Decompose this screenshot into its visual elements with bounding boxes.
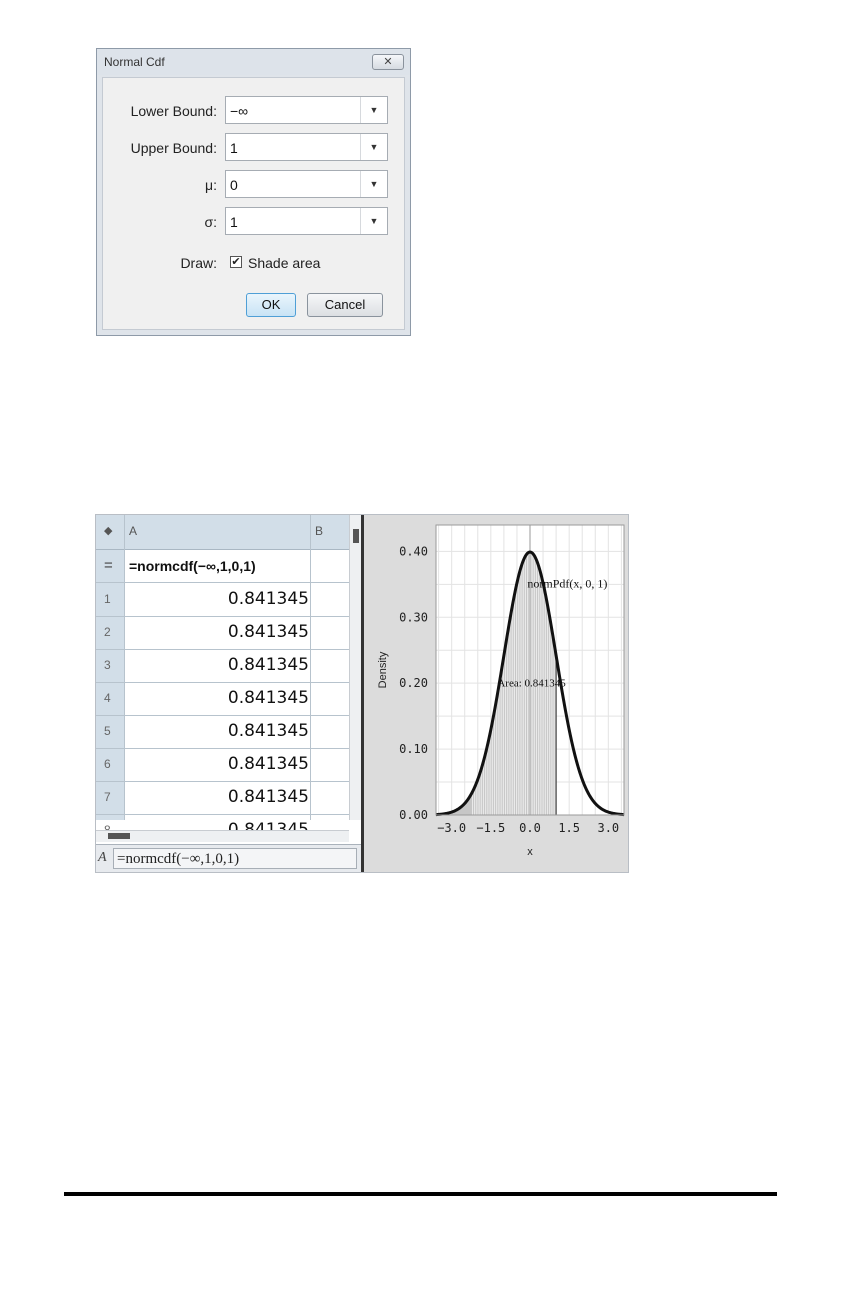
row-number: 7 [104, 790, 111, 804]
chevron-down-icon[interactable]: ▼ [360, 97, 387, 123]
upper-bound-combo[interactable]: 1 ▼ [225, 133, 388, 161]
sigma-combo[interactable]: 1 ▼ [225, 207, 388, 235]
cancel-button[interactable]: Cancel [307, 293, 383, 317]
x-tick-label: 0.0 [519, 821, 541, 835]
lower-bound-row: Lower Bound: −∞ ▼ [103, 96, 404, 126]
dialog-title-bar[interactable]: Normal Cdf ✕ [97, 49, 410, 75]
sigma-label: σ: [204, 214, 217, 230]
cell-value[interactable]: 0.841345 [228, 754, 309, 774]
ok-button[interactable]: OK [246, 293, 296, 317]
lower-bound-combo[interactable]: −∞ ▼ [225, 96, 388, 124]
upper-bound-value[interactable]: 1 [230, 140, 238, 156]
column-header-row: ◆ A B [96, 515, 361, 550]
shade-area-label[interactable]: Shade area [248, 255, 320, 271]
horizontal-scrollbar[interactable] [96, 830, 349, 842]
y-tick-label: 0.00 [399, 808, 428, 822]
chevron-down-icon[interactable]: ▼ [360, 208, 387, 234]
lists-and-graph-screenshot: ◆ A B = =normcdf(−∞,1,0,1) 1 0.841345 2 … [95, 514, 629, 873]
formula-row: = =normcdf(−∞,1,0,1) [96, 550, 351, 583]
y-tick-label: 0.40 [399, 544, 428, 558]
upper-bound-row: Upper Bound: 1 ▼ [103, 133, 404, 163]
x-tick-label: 1.5 [558, 821, 580, 835]
area-label: Area: 0.841345 [497, 677, 566, 689]
checkmark-icon: ✔ [231, 256, 241, 268]
x-axis-label: x [527, 846, 533, 858]
normal-cdf-dialog: Normal Cdf ✕ Lower Bound: −∞ ▼ Upper Bou… [96, 48, 411, 336]
cell-value[interactable]: 0.841345 [228, 820, 309, 830]
cell-value[interactable]: 0.841345 [228, 721, 309, 741]
sigma-value[interactable]: 1 [230, 214, 238, 230]
upper-bound-label: Upper Bound: [130, 140, 217, 156]
table-row: 8 0.841345 [96, 814, 351, 830]
chevron-down-icon[interactable]: ▼ [360, 134, 387, 160]
entry-line: A =normcdf(−∞,1,0,1) [96, 844, 361, 872]
cell-value[interactable]: 0.841345 [228, 787, 309, 807]
row-number: 4 [104, 691, 111, 705]
y-axis-label: Density [377, 651, 389, 688]
lower-bound-label: Lower Bound: [130, 103, 217, 119]
row-number: 3 [104, 658, 111, 672]
dialog-title: Normal Cdf [104, 55, 165, 69]
formula-row-marker: = [104, 557, 113, 574]
entry-line-formula[interactable]: =normcdf(−∞,1,0,1) [117, 851, 239, 868]
y-tick-label: 0.20 [399, 676, 428, 690]
row-number: 5 [104, 724, 111, 738]
entry-line-field[interactable]: =normcdf(−∞,1,0,1) [113, 848, 357, 869]
function-label: normPdf(x, 0, 1) [527, 577, 607, 591]
table-row: 1 0.841345 [96, 583, 351, 617]
row-number: 6 [104, 757, 111, 771]
row-number: 8 [104, 823, 111, 830]
normal-pdf-chart: −3.0 −1.5 0.0 1.5 3.0 0.00 0.10 0.20 0.30 0.40 x De… [377, 524, 625, 858]
table-row: 7 0.841345 [96, 781, 351, 815]
y-tick-label: 0.10 [399, 742, 428, 756]
cell-value[interactable]: 0.841345 [228, 589, 309, 609]
sigma-row: σ: 1 ▼ [103, 207, 404, 237]
shade-area-checkbox[interactable]: ✔ [230, 256, 242, 268]
table-row: 6 0.841345 [96, 748, 351, 782]
cell-value[interactable]: 0.841345 [228, 622, 309, 642]
row-number: 1 [104, 592, 111, 606]
lower-bound-value[interactable]: −∞ [230, 103, 248, 119]
x-tick-label: −1.5 [476, 821, 505, 835]
mu-value[interactable]: 0 [230, 177, 238, 193]
row-number: 2 [104, 625, 111, 639]
table-row: 5 0.841345 [96, 715, 351, 749]
column-formula-cell[interactable]: =normcdf(−∞,1,0,1) [129, 558, 256, 574]
corner-diamond-icon[interactable]: ◆ [104, 524, 112, 537]
scroll-thumb[interactable] [353, 529, 359, 543]
x-tick-label: −3.0 [437, 821, 466, 835]
dialog-body: Lower Bound: −∞ ▼ Upper Bound: 1 ▼ μ: 0 … [102, 77, 405, 330]
scroll-thumb[interactable] [108, 833, 130, 839]
table-row: 3 0.841345 [96, 649, 351, 683]
button-row: OK Cancel [103, 293, 404, 323]
spreadsheet: ◆ A B = =normcdf(−∞,1,0,1) 1 0.841345 2 … [96, 515, 362, 872]
page-footer-rule [64, 1192, 777, 1196]
close-icon[interactable]: ✕ [372, 54, 404, 70]
column-header-a[interactable]: A [129, 524, 137, 538]
table-row: 2 0.841345 [96, 616, 351, 650]
cell-value[interactable]: 0.841345 [228, 655, 309, 675]
table-row: 4 0.841345 [96, 682, 351, 716]
draw-row: Draw: ✔ Shade area [103, 248, 404, 278]
mu-combo[interactable]: 0 ▼ [225, 170, 388, 198]
y-tick-label: 0.30 [399, 610, 428, 624]
graph-panel: −3.0 −1.5 0.0 1.5 3.0 0.00 0.10 0.20 0.30 0.40 x De… [364, 515, 628, 872]
mu-label: μ: [205, 177, 217, 193]
x-tick-label: 3.0 [597, 821, 619, 835]
mu-row: μ: 0 ▼ [103, 170, 404, 200]
entry-cell-reference: A [98, 850, 107, 865]
cell-value[interactable]: 0.841345 [228, 688, 309, 708]
draw-label: Draw: [180, 255, 217, 271]
column-header-b[interactable]: B [315, 524, 323, 538]
chevron-down-icon[interactable]: ▼ [360, 171, 387, 197]
